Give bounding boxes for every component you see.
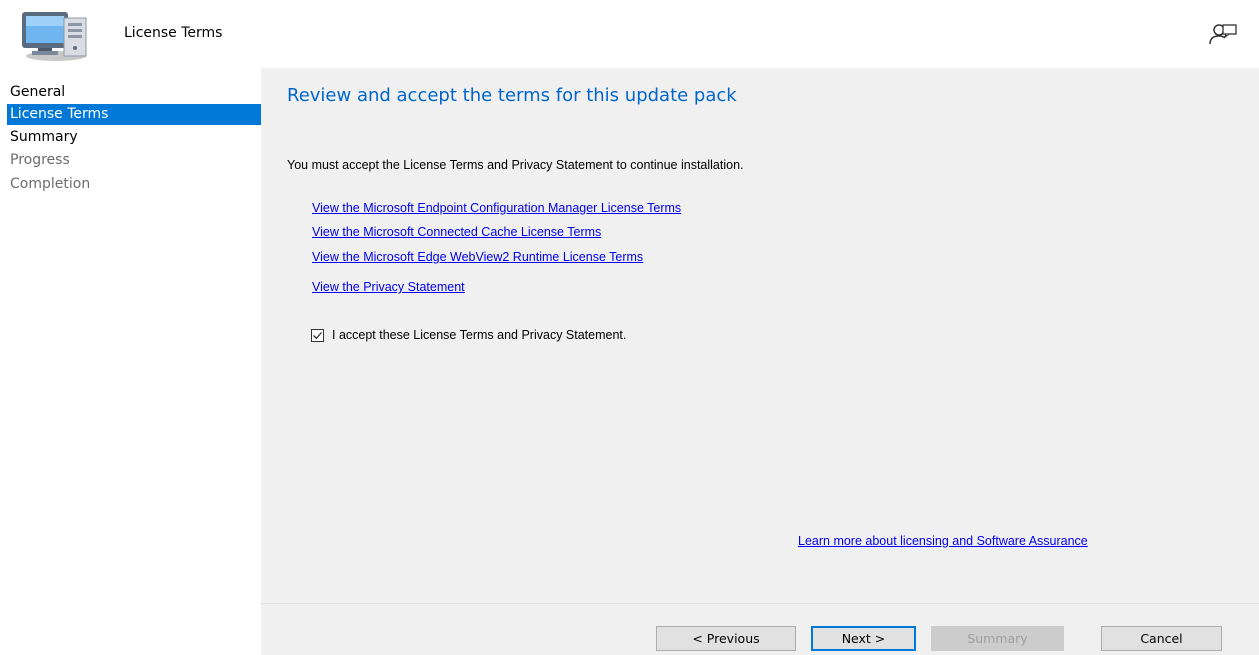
computer-icon (18, 8, 100, 62)
sidebar-item-license-terms[interactable]: License Terms (7, 104, 261, 125)
accept-checkbox-row[interactable]: I accept these License Terms and Privacy… (311, 326, 626, 344)
previous-button[interactable]: < Previous (656, 626, 796, 651)
instruction-text: You must accept the License Terms and Pr… (287, 158, 744, 172)
wizard-header: License Terms (0, 0, 1259, 68)
link-privacy-statement[interactable]: View the Privacy Statement (312, 280, 465, 294)
accept-checkbox-label[interactable]: I accept these License Terms and Privacy… (332, 328, 626, 342)
header-title: License Terms (124, 25, 223, 41)
accept-checkbox[interactable] (311, 328, 324, 342)
content-panel: Review and accept the terms for this upd… (261, 68, 1259, 603)
sidebar-item-progress: Progress (10, 152, 70, 168)
wizard-footer: < Previous Next > Summary Cancel (261, 603, 1259, 655)
wizard-sidebar: General License Terms Summary Progress C… (7, 68, 261, 655)
sidebar-item-completion: Completion (10, 176, 91, 192)
sidebar-item-general[interactable]: General (7, 82, 261, 103)
link-configmgr-license-terms[interactable]: View the Microsoft Endpoint Configuratio… (312, 201, 681, 215)
cancel-button[interactable]: Cancel (1101, 626, 1222, 651)
checkmark-icon (313, 331, 322, 339)
link-webview2-license-terms[interactable]: View the Microsoft Edge WebView2 Runtime… (312, 250, 643, 264)
page-title: Review and accept the terms for this upd… (287, 85, 737, 106)
sidebar-item-summary[interactable]: Summary (7, 127, 261, 148)
summary-button: Summary (931, 626, 1064, 651)
feedback-icon[interactable] (1208, 22, 1238, 48)
link-connected-cache-license-terms[interactable]: View the Microsoft Connected Cache Licen… (312, 225, 601, 239)
wizard-window: License Terms General License Terms Summ… (0, 0, 1259, 655)
learn-more-link[interactable]: Learn more about licensing and Software … (798, 534, 1088, 548)
next-button[interactable]: Next > (811, 626, 916, 651)
